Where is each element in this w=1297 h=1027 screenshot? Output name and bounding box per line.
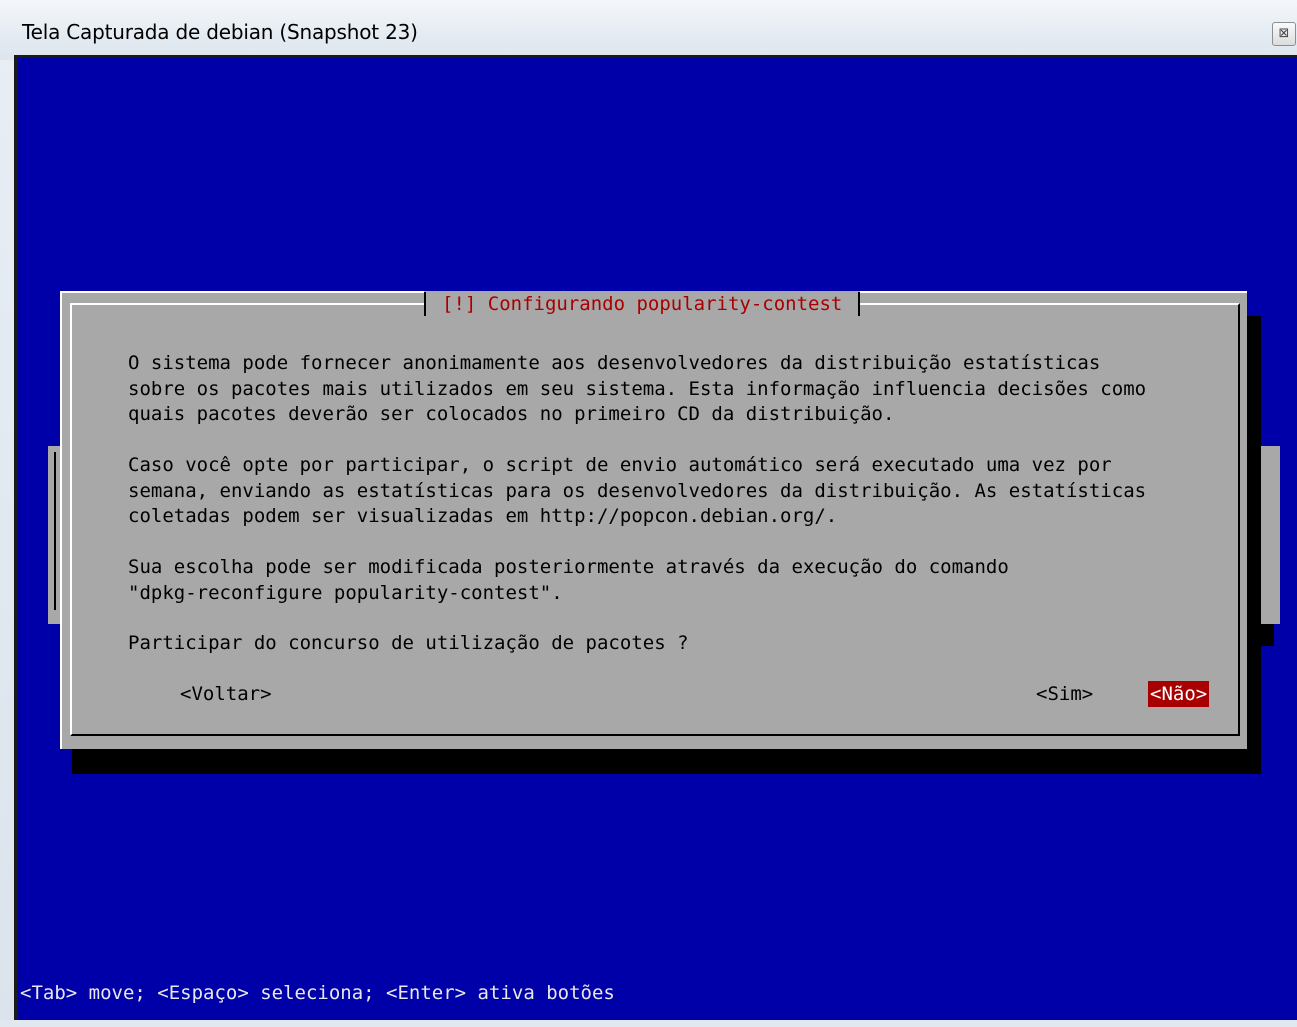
dialog-paragraph-statistics: O sistema pode fornecer anonimamente aos… xyxy=(128,352,1147,425)
installer-screen: [!] Configurando popularity-contest O si… xyxy=(18,58,1297,1020)
background-dialog-border xyxy=(54,452,56,610)
window-title: Tela Capturada de debian (Snapshot 23) xyxy=(22,20,418,44)
vm-snapshot-window: Tela Capturada de debian (Snapshot 23) ⊠… xyxy=(0,0,1297,1027)
close-icon[interactable]: ⊠ xyxy=(1272,22,1296,46)
window-titlebar: Tela Capturada de debian (Snapshot 23) ⊠ xyxy=(0,0,1297,60)
popularity-contest-dialog: [!] Configurando popularity-contest O si… xyxy=(60,291,1247,749)
no-button[interactable]: <Não> xyxy=(1148,681,1210,707)
keyboard-hint-bar: <Tab> move; <Espaço> seleciona; <Enter> … xyxy=(20,982,615,1004)
window-bottom-edge xyxy=(0,1020,1297,1027)
dialog-title: [!] Configurando popularity-contest xyxy=(424,291,861,317)
yes-button[interactable]: <Sim> xyxy=(1036,681,1093,707)
dialog-paragraph-weekly-script: Caso você opte por participar, o script … xyxy=(128,454,1147,527)
dialog-paragraph-reconfigure: Sua escolha pode ser modificada posterio… xyxy=(128,556,1009,604)
back-button[interactable]: <Voltar> xyxy=(180,681,272,707)
dialog-question: Participar do concurso de utilização de … xyxy=(128,632,689,654)
